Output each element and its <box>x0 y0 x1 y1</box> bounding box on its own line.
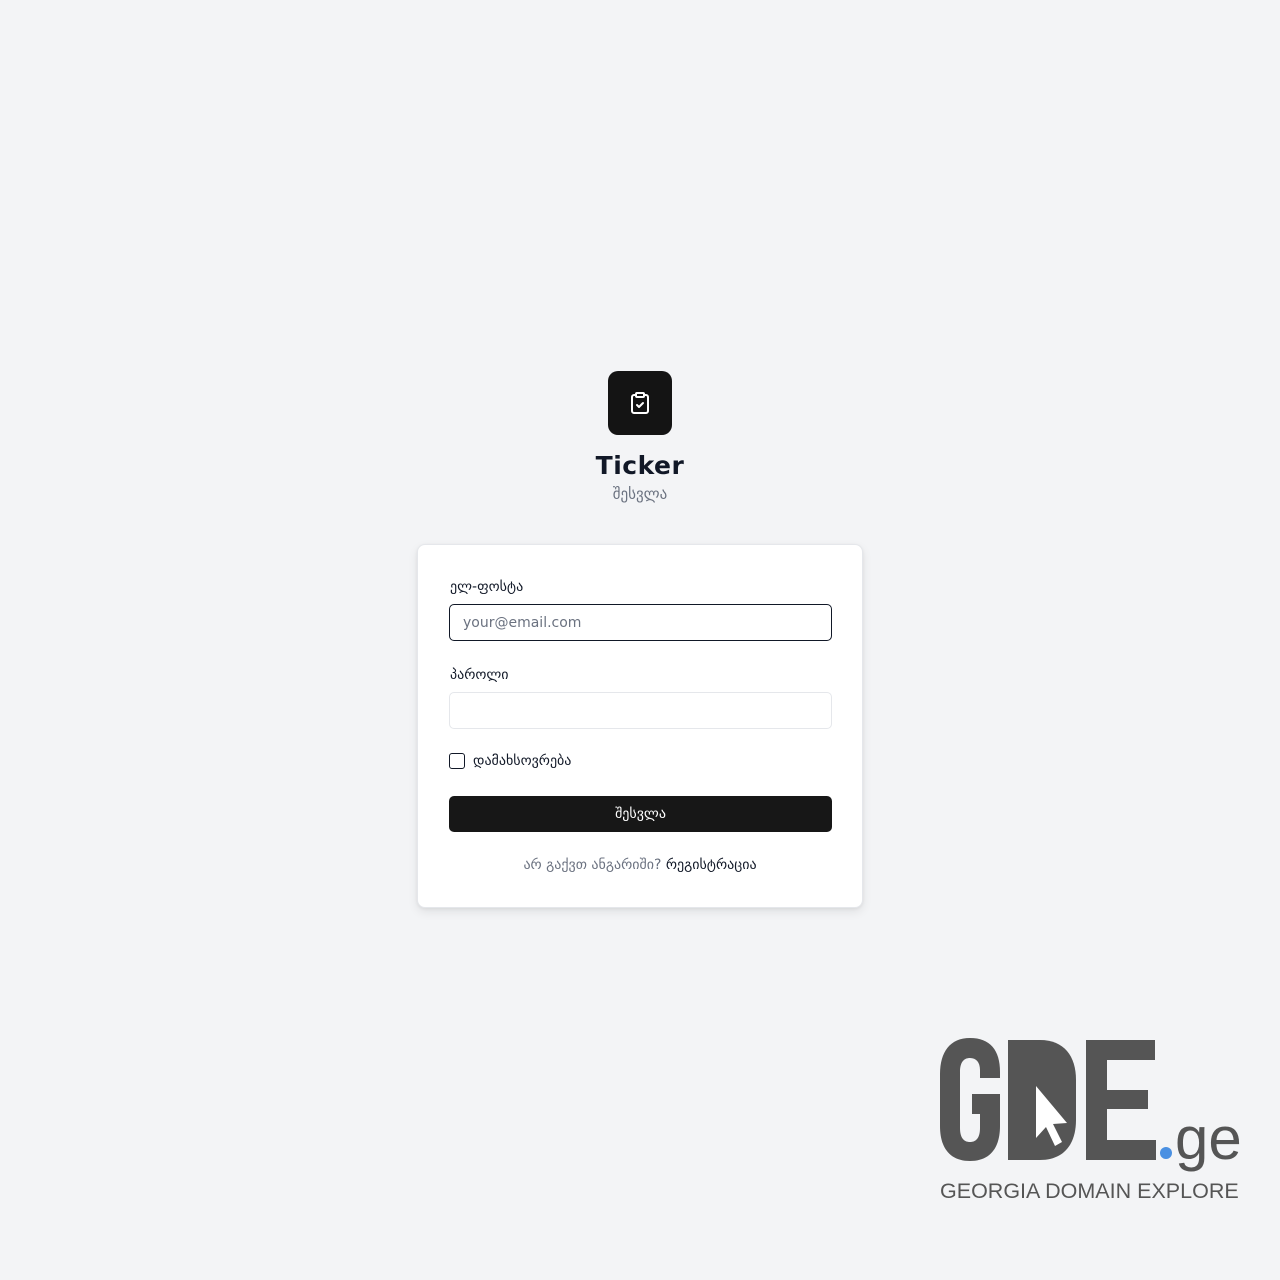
app-title: Ticker <box>595 451 685 480</box>
watermark-ge-text: ge <box>1175 1105 1240 1172</box>
app-logo <box>608 371 672 435</box>
login-page: Ticker შესვლა ელ-ფოსტა პაროლი დამახსოვრე… <box>0 0 1280 1280</box>
login-button[interactable]: შესვლა <box>449 796 832 832</box>
remember-me[interactable]: დამახსოვრება <box>449 753 571 769</box>
remember-checkbox[interactable] <box>449 753 465 769</box>
signup-prompt: არ გაქვთ ანგარიში? <box>523 857 662 873</box>
brand-header: Ticker შესვლა <box>0 371 1280 504</box>
login-card: ელ-ფოსტა პაროლი დამახსოვრება შესვლა არ გ… <box>417 544 863 908</box>
watermark-letter-g <box>940 1038 1000 1161</box>
watermark-letter-e <box>1086 1040 1156 1160</box>
password-input[interactable] <box>449 692 832 729</box>
watermark-tagline: GEORGIA DOMAIN EXPLORER <box>940 1179 1240 1203</box>
email-label: ელ-ფოსტა <box>450 579 524 595</box>
gde-watermark-logo: ge GEORGIA DOMAIN EXPLORER <box>940 1038 1240 1203</box>
signup-row: არ გაქვთ ანგარიში? რეგისტრაცია <box>418 857 862 873</box>
password-label: პაროლი <box>450 667 509 683</box>
email-input[interactable] <box>449 604 832 641</box>
watermark-dot <box>1160 1147 1172 1159</box>
remember-label: დამახსოვრება <box>473 753 572 769</box>
clipboard-check-icon <box>631 392 649 414</box>
page-subtitle: შესვლა <box>612 485 668 503</box>
signup-link[interactable]: რეგისტრაცია <box>666 857 757 873</box>
